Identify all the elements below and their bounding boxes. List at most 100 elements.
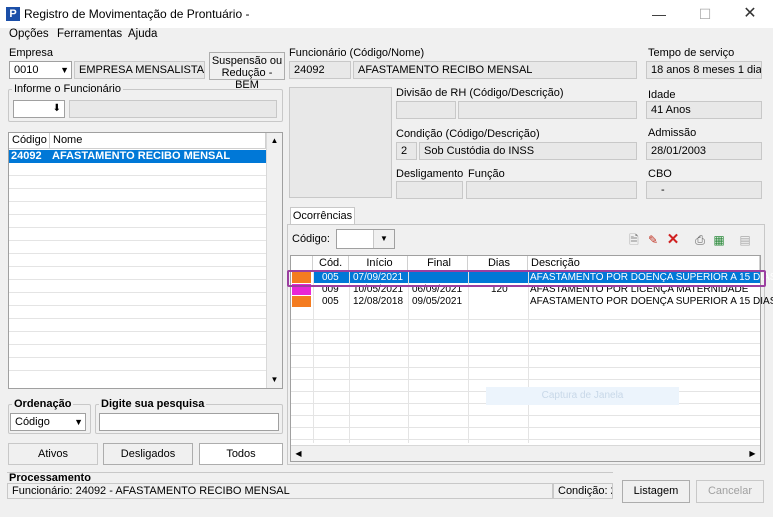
screen-capture-watermark: Captura de Janela	[486, 387, 679, 405]
employee-photo	[289, 87, 392, 198]
col-inicio[interactable]: Início	[349, 256, 408, 271]
col-divider	[528, 271, 529, 443]
pesquisa-input[interactable]	[99, 413, 279, 431]
ocorrencias-codigo-select[interactable]: ▼	[336, 229, 395, 249]
col-color	[291, 256, 313, 271]
col-dias[interactable]: Dias	[468, 256, 528, 271]
funcionario-code-field: 24092	[289, 61, 351, 79]
funcao-label: Função	[468, 168, 505, 180]
row-inicio: 12/08/2018	[353, 296, 404, 307]
divisao-label: Divisão de RH (Código/Descrição)	[396, 87, 564, 99]
cbo-label: CBO	[648, 168, 672, 180]
print-icon[interactable]: ⎙	[692, 232, 708, 248]
listagem-button[interactable]: Listagem	[622, 480, 690, 503]
table-row[interactable]: 005 12/08/2018 09/05/2021 AFASTAMENTO PO…	[291, 296, 773, 307]
processamento-divider	[7, 472, 613, 473]
admissao-field: 28/01/2003	[646, 142, 762, 160]
empresa-code-select[interactable]: 0010 ▼	[9, 61, 72, 79]
empresa-code: 0010	[14, 64, 39, 76]
list-item-name: AFASTAMENTO RECIBO MENSAL	[52, 150, 231, 162]
funcionario-name-field: AFASTAMENTO RECIBO MENSAL	[353, 61, 637, 79]
ordenacao-value: Código	[15, 416, 50, 428]
ocorrencias-codigo-label: Código:	[292, 233, 330, 245]
divisao-desc-field	[458, 101, 637, 119]
processamento-status: Funcionário: 24092 - AFASTAMENTO RECIBO …	[7, 483, 553, 499]
ordenacao-label: Ordenação	[12, 398, 74, 410]
col-final[interactable]: Final	[408, 256, 468, 271]
suspensao-button[interactable]: Suspensão ou Redução - BEM	[209, 52, 285, 91]
desligamento-label: Desligamento	[396, 168, 464, 180]
chevron-down-icon[interactable]: ▼	[373, 230, 394, 248]
desligamento-field	[396, 181, 463, 199]
scroll-left-icon[interactable]: ◀	[291, 446, 306, 461]
empresa-label: Empresa	[9, 47, 54, 59]
tab-ocorrencias[interactable]: Ocorrências	[290, 207, 355, 225]
ocorrencias-header: Cód. Início Final Dias Descrição	[291, 256, 760, 271]
ativos-button[interactable]: Ativos	[8, 443, 98, 465]
ordenacao-select[interactable]: Código ▼	[10, 413, 86, 431]
list-item[interactable]: 24092 AFASTAMENTO RECIBO MENSAL	[9, 150, 266, 163]
list-grid	[9, 163, 266, 373]
col-cod[interactable]: Cód.	[313, 256, 349, 271]
condicao-desc-field: Sob Custódia do INSS	[419, 142, 637, 160]
divisao-code-field	[396, 101, 456, 119]
delete-x-icon[interactable]: ✕	[665, 232, 681, 248]
selected-row-highlight	[287, 270, 766, 287]
menu-ferramentas[interactable]: Ferramentas	[57, 28, 122, 40]
col-descricao[interactable]: Descrição	[528, 256, 760, 271]
suspensao-line2: Redução - BEM	[221, 67, 273, 92]
scroll-down-icon[interactable]: ▼	[267, 372, 282, 387]
empresa-name-field: EMPRESA MENSALISTA	[74, 61, 205, 79]
row-color-swatch	[292, 296, 311, 307]
funcionario-label: Funcionário (Código/Nome)	[289, 47, 425, 59]
cancelar-button[interactable]: Cancelar	[696, 480, 764, 503]
pesquisa-label: Digite sua pesquisa	[99, 398, 207, 410]
report-preview-icon[interactable]: ▤	[737, 232, 753, 248]
informe-name-field	[69, 100, 277, 118]
col-nome[interactable]: Nome	[50, 133, 266, 148]
scroll-right-icon[interactable]: ▶	[745, 446, 760, 461]
tempo-servico-label: Tempo de serviço	[648, 47, 735, 59]
app-icon: P	[6, 7, 20, 21]
suspensao-line1: Suspensão ou	[211, 55, 283, 67]
list-scrollbar[interactable]: ▲ ▼	[266, 133, 282, 388]
horizontal-scrollbar[interactable]: ◀ ▶	[291, 445, 760, 461]
idade-label: Idade	[648, 89, 676, 101]
row-cod: 005	[322, 296, 339, 307]
employee-list-header: Código Nome	[9, 133, 266, 149]
export-excel-icon[interactable]: ▦	[711, 232, 727, 248]
col-divider	[468, 271, 469, 443]
idade-field: 41 Anos	[646, 101, 762, 119]
minimize-button[interactable]: —	[636, 0, 682, 28]
col-divider	[313, 271, 314, 443]
employee-list[interactable]: Código Nome 24092 AFASTAMENTO RECIBO MEN…	[8, 132, 283, 389]
cbo-field: -	[646, 181, 762, 199]
col-divider	[408, 271, 409, 443]
col-codigo[interactable]: Código	[9, 133, 50, 148]
new-document-icon[interactable]: 🗎	[626, 232, 642, 248]
admissao-label: Admissão	[648, 127, 697, 139]
grid-lines	[291, 308, 760, 444]
chevron-down-icon[interactable]: ▼	[60, 62, 69, 78]
arrow-down-icon[interactable]: ⬇	[53, 101, 61, 117]
menu-bar: Opções Ferramentas Ajuda	[0, 28, 773, 44]
todos-button[interactable]: Todos	[199, 443, 283, 465]
title-bar: P Registro de Movimentação de Prontuário…	[0, 0, 773, 28]
funcao-field	[466, 181, 637, 199]
window-title: Registro de Movimentação de Prontuário -	[24, 7, 250, 21]
menu-ajuda[interactable]: Ajuda	[128, 28, 157, 40]
maximize-button[interactable]: ☐	[682, 0, 728, 28]
close-button[interactable]: ✕	[727, 0, 773, 28]
desligados-button[interactable]: Desligados	[103, 443, 193, 465]
condicao-code-field: 2	[396, 142, 417, 160]
chevron-down-icon[interactable]: ▼	[74, 414, 83, 430]
scroll-up-icon[interactable]: ▲	[267, 133, 282, 148]
informe-label: Informe o Funcionário	[12, 83, 123, 95]
menu-opcoes[interactable]: Opções	[9, 28, 49, 40]
list-item-code: 24092	[11, 150, 42, 162]
row-descricao: AFASTAMENTO POR DOENÇA SUPERIOR A 15 DIA…	[530, 296, 773, 307]
row-final: 09/05/2021	[412, 296, 463, 307]
processamento-condicao: Condição: 2	[553, 483, 613, 499]
informe-select[interactable]: ⬇	[13, 100, 65, 118]
edit-pencil-icon[interactable]: ✎	[645, 232, 661, 248]
